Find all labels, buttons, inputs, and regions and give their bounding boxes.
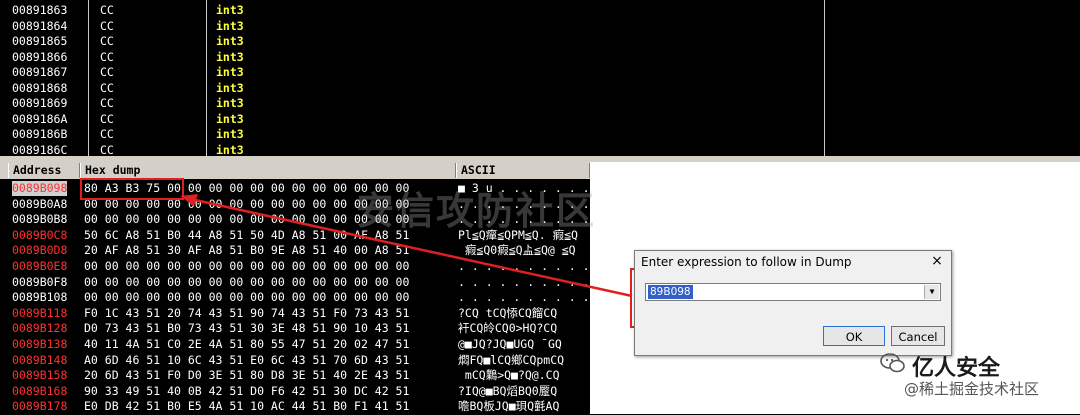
dump-address: 0089B148 — [12, 352, 68, 367]
instruction-address: 0089186A — [12, 111, 68, 126]
disasm-row[interactable]: 00891864 CC int3 — [0, 19, 820, 34]
disasm-row[interactable]: 00891869 CC int3 — [0, 96, 820, 111]
instruction-bytes: CC — [100, 65, 114, 79]
instruction-mnemonic: int3 — [216, 34, 244, 48]
dump-row[interactable]: 0089B118 F0 1C 43 51 20 74 43 51 90 74 43… — [0, 306, 590, 322]
dump-hex-bytes: D0 73 43 51 B0 73 43 51 30 3E 48 51 90 1… — [84, 321, 410, 336]
dump-ascii: @■JQ?JQ■UGQ ¯GQ — [458, 337, 562, 351]
instruction-mnemonic: int3 — [216, 111, 244, 126]
brand-subtitle: @稀土掘金技术社区 — [904, 380, 1040, 398]
dump-row[interactable]: 0089B0F8 00 00 00 00 00 00 00 00 00 00 00… — [0, 274, 673, 291]
ascii-column-header[interactable]: ASCII — [456, 163, 590, 178]
disasm-row[interactable]: 00891867 CC int3 — [0, 65, 820, 80]
dump-hex-bytes: 90 33 49 51 40 0B 42 51 D0 F6 42 51 30 D… — [84, 383, 410, 398]
hex-dump-column-header[interactable]: Hex dump — [80, 163, 456, 178]
instruction-address: 00891869 — [12, 96, 68, 110]
dump-address: 0089B0E8 — [12, 259, 68, 273]
dump-address: 0089B158 — [12, 368, 68, 383]
follow-in-dump-dialog: Enter expression to follow in Dump × 89B… — [634, 250, 952, 356]
disasm-row[interactable]: 00891865 CC int3 — [0, 34, 820, 49]
instruction-address: 00891866 — [12, 49, 68, 64]
dump-ascii: 燜FQ■lCQ鄉CQpmCQ — [458, 352, 565, 367]
instruction-bytes: CC — [100, 111, 114, 126]
dump-row[interactable]: 0089B128 D0 73 43 51 B0 73 43 51 30 3E 48… — [0, 321, 590, 337]
address-column-header[interactable]: Address — [8, 163, 80, 178]
column-separator — [824, 0, 825, 156]
instruction-mnemonic: int3 — [216, 18, 244, 33]
dump-hex-bytes: 00 00 00 00 00 00 00 00 00 00 00 00 00 0… — [84, 274, 410, 289]
instruction-mnemonic: int3 — [216, 49, 244, 64]
instruction-address: 00891867 — [12, 65, 68, 79]
dump-row[interactable]: 0089B178 E0 DB 42 51 B0 E5 4A 51 10 AC 44… — [0, 399, 590, 415]
dump-address: 0089B118 — [12, 305, 68, 320]
dump-address: 0089B138 — [12, 337, 68, 351]
dump-address: 0089B0B8 — [12, 212, 68, 227]
disasm-row[interactable]: 00891863 CC int3 — [0, 3, 820, 18]
dump-ascii: ?IQ@■BQ熖BQ0蹷Q — [458, 383, 558, 398]
dump-ascii: mCQ鸈>Q■?Q@.CQ — [458, 368, 560, 383]
instruction-bytes: CC — [100, 34, 114, 48]
instruction-bytes: CC — [100, 49, 114, 64]
dump-hex-bytes: F0 1C 43 51 20 74 43 51 90 74 43 51 F0 7… — [84, 305, 410, 320]
dump-row[interactable]: 0089B0D8 20 AF A8 51 30 AF A8 51 B0 9E A8… — [0, 243, 590, 259]
dump-hex-bytes: 20 6D 43 51 F0 D0 3E 51 80 D8 3E 51 40 2… — [84, 368, 410, 383]
instruction-mnemonic: int3 — [216, 3, 244, 17]
expression-combobox[interactable]: 89B098 ▼ — [645, 283, 941, 301]
dump-header: Address Hex dump ASCII — [0, 162, 590, 179]
disasm-row[interactable]: 00891868 CC int3 — [0, 81, 820, 96]
instruction-mnemonic: int3 — [216, 96, 244, 110]
dump-address: 0089B0F8 — [12, 274, 68, 289]
dump-ascii: ?CQ tCQ悿CQ餾CQ — [458, 305, 558, 320]
expression-input-value[interactable]: 89B098 — [648, 285, 693, 299]
dump-address: 0089B128 — [12, 321, 68, 336]
dump-row[interactable]: 0089B0E8 00 00 00 00 00 00 00 00 00 00 00… — [0, 259, 673, 275]
dump-hex-bytes: 20 AF A8 51 30 AF A8 51 B0 9E A8 51 40 0… — [84, 243, 410, 258]
instruction-address: 00891863 — [12, 3, 68, 17]
dump-address: 0089B108 — [12, 290, 68, 305]
dump-ascii: 噡BQ板JQ■珼Q氃AQ — [458, 399, 560, 414]
dump-row[interactable]: 0089B168 90 33 49 51 40 0B 42 51 D0 F6 42… — [0, 384, 590, 400]
dump-address: 0089B0C8 — [12, 227, 68, 242]
disasm-row[interactable]: 0089186A CC int3 — [0, 112, 820, 127]
cancel-button[interactable]: Cancel — [891, 326, 945, 346]
instruction-mnemonic: int3 — [216, 127, 244, 141]
instruction-mnemonic: int3 — [216, 80, 244, 95]
dump-hex-bytes: E0 DB 42 51 B0 E5 4A 51 10 AC 44 51 B0 F… — [84, 399, 410, 414]
instruction-address: 00891864 — [12, 18, 68, 33]
dump-row[interactable]: 0089B158 20 6D 43 51 F0 D0 3E 51 80 D8 3E… — [0, 368, 590, 384]
dump-hex-bytes: A0 6D 46 51 10 6C 43 51 E0 6C 43 51 70 6… — [84, 352, 410, 367]
highlight-box-hex — [80, 178, 184, 200]
dump-ascii: 衦CQ皊CQ0>HQ?CQ — [458, 321, 558, 336]
dump-row[interactable]: 0089B148 A0 6D 46 51 10 6C 43 51 E0 6C 43… — [0, 353, 590, 369]
dump-row[interactable]: 0089B138 40 11 4A 51 C0 2E 4A 51 80 55 47… — [0, 337, 590, 353]
dump-hex-bytes: 00 00 00 00 00 00 00 00 00 00 00 00 00 0… — [84, 290, 410, 305]
instruction-mnemonic: int3 — [216, 65, 244, 79]
instruction-bytes: CC — [100, 80, 114, 95]
dump-address: 0089B178 — [12, 399, 68, 414]
dump-address: 0089B098 — [12, 181, 68, 196]
dump-row[interactable]: 0089B108 00 00 00 00 00 00 00 00 00 00 00… — [0, 290, 673, 306]
dropdown-arrow-icon[interactable]: ▼ — [924, 285, 939, 299]
dump-address: 0089B0D8 — [12, 243, 68, 258]
disasm-row[interactable]: 0089186B CC int3 — [0, 127, 820, 142]
instruction-bytes: CC — [100, 3, 114, 17]
close-icon[interactable]: × — [929, 253, 945, 269]
instruction-bytes: CC — [100, 127, 114, 141]
watermark-text: 安信攻防社区 — [356, 189, 597, 233]
instruction-address: 0089186B — [12, 127, 68, 141]
disassembly-pane[interactable]: 00891863 CC int3 00891864 CC int3 00891865 CC in… — [0, 0, 1080, 157]
dump-hex-bytes: 40 11 4A 51 C0 2E 4A 51 80 55 47 51 20 0… — [84, 337, 410, 351]
disasm-row[interactable]: 00891866 CC int3 — [0, 50, 820, 65]
instruction-bytes: CC — [100, 18, 114, 33]
instruction-address: 00891865 — [12, 34, 68, 48]
instruction-bytes: CC — [100, 96, 114, 110]
dump-address: 0089B0A8 — [12, 196, 68, 211]
dump-address: 0089B168 — [12, 383, 68, 398]
dialog-title: Enter expression to follow in Dump — [641, 255, 852, 269]
dump-ascii: 瘕≦Q0瘕≦Q盀≦Q@ ≦Q — [458, 243, 576, 258]
wechat-icon — [880, 353, 905, 373]
instruction-address: 00891868 — [12, 80, 68, 95]
ok-button[interactable]: OK — [823, 326, 885, 346]
dump-hex-bytes: 00 00 00 00 00 00 00 00 00 00 00 00 00 0… — [84, 259, 410, 273]
